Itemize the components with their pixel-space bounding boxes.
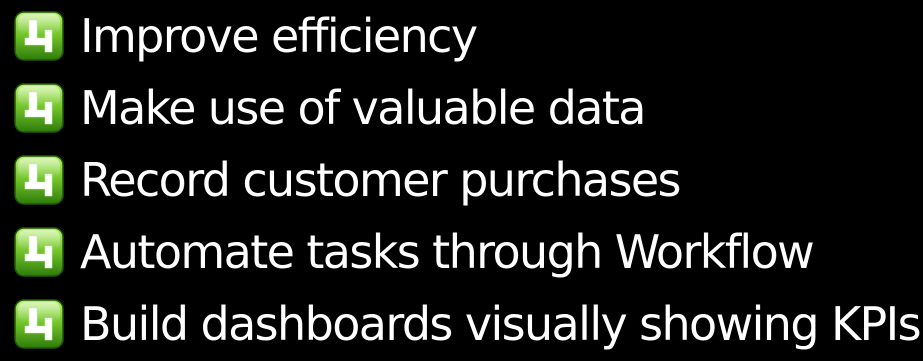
number-4-logo-icon <box>14 83 64 133</box>
number-4-logo-icon <box>14 227 64 277</box>
bullet-item: Improve efficiency <box>14 0 919 72</box>
bullet-list: Improve efficiency Make use of valuable … <box>14 0 922 361</box>
bullet-text: Record customer purchases <box>80 153 682 207</box>
number-4-logo-icon <box>14 299 64 349</box>
bullet-text: Make use of valuable data <box>80 81 646 135</box>
bullet-text: Improve efficiency <box>80 9 478 63</box>
bullet-item: Record customer purchases <box>14 144 919 216</box>
number-4-logo-icon <box>14 11 64 61</box>
bullet-text: Build dashboards visually showing KPIs <box>80 297 922 351</box>
bullet-item: Build dashboards visually showing KPIs <box>14 288 922 360</box>
bullet-text: Automate tasks through Workflow <box>80 225 815 279</box>
bullet-item: Make use of valuable data <box>14 72 919 144</box>
bullet-item: Automate tasks through Workflow <box>14 216 919 288</box>
number-4-logo-icon <box>14 155 64 205</box>
